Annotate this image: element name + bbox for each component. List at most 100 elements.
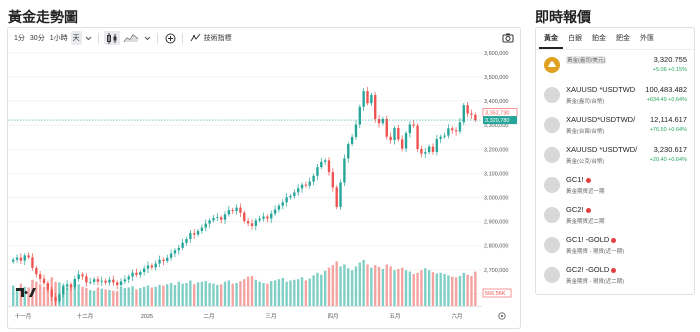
volume-bar xyxy=(474,271,477,306)
volume-bar xyxy=(65,287,69,306)
candle-body xyxy=(474,114,477,121)
tab-forex[interactable]: 外匯 xyxy=(635,29,659,49)
volume-bar xyxy=(385,264,388,306)
volume-bar xyxy=(193,284,196,306)
volume-bar xyxy=(208,283,211,306)
volume-bar xyxy=(139,288,142,306)
candle-body xyxy=(62,286,65,295)
candle-body xyxy=(343,158,346,183)
candle-body xyxy=(431,146,435,152)
quote-row-gc2[interactable]: GC2! 黃金期貨近二期 xyxy=(536,200,694,230)
price-tick-label: 2,700,000 xyxy=(484,268,508,274)
candle-body xyxy=(339,182,342,207)
volume-bar xyxy=(335,261,338,306)
volume-bar xyxy=(146,285,150,306)
candle-body xyxy=(69,284,73,288)
quote-description: 黃金(盎司/台幣) xyxy=(566,99,605,105)
candle-body xyxy=(374,95,377,120)
volume-bar xyxy=(454,277,458,306)
quote-description: 黃金(台兩/台幣) xyxy=(566,129,605,135)
warning-dot-icon xyxy=(585,177,591,183)
quote-row-gold-twd-oz[interactable]: XAUUSD *USDTWD 黃金(盎司/台幣) 100,483.482 +63… xyxy=(536,80,694,110)
chart-toolbar: 1分 30分 1小時 天 技術指標 xyxy=(8,28,520,48)
interval-1min-button[interactable]: 1分 xyxy=(12,31,27,45)
candle-body xyxy=(127,276,130,280)
candle-body xyxy=(73,278,77,288)
tab-platinum[interactable]: 鉑金 xyxy=(587,29,611,49)
symbol-icon xyxy=(544,237,560,253)
interval-1hour-button[interactable]: 1小時 xyxy=(48,31,70,45)
quote-row-gold-usd[interactable]: 黃金(盎司/美元) 3,320.755 +5.06 +0.15% xyxy=(536,50,694,80)
volume-bar xyxy=(12,285,15,306)
tab-palladium[interactable]: 鈀金 xyxy=(611,29,635,49)
price-tick-label: 2,900,000 xyxy=(484,220,508,226)
volume-bar xyxy=(42,286,46,306)
chart-type-dropdown-chevron-icon[interactable] xyxy=(142,31,153,45)
quote-row-gc1-gold[interactable]: GC1! -GOLD 黃金期貨 - 現貨(近一期) xyxy=(536,230,694,260)
candle-body xyxy=(150,265,154,268)
candle-body xyxy=(19,257,23,261)
add-compare-icon[interactable] xyxy=(163,31,178,45)
candle-body xyxy=(443,135,446,137)
volume-bar xyxy=(96,287,100,306)
volume-bar xyxy=(427,270,431,306)
candle-body xyxy=(112,279,115,283)
volume-bar xyxy=(166,284,169,306)
candle-body xyxy=(92,279,96,282)
volume-bar xyxy=(243,279,246,306)
volume-bar xyxy=(331,265,335,306)
volume-bar xyxy=(92,290,96,306)
candle-body xyxy=(266,216,269,219)
quote-row-gc1[interactable]: GC1! 黃金期貨近一期 xyxy=(536,170,694,200)
tab-silver[interactable]: 白銀 xyxy=(563,29,587,49)
volume-bar xyxy=(443,274,446,306)
candle-body xyxy=(104,280,107,283)
candle-body xyxy=(273,209,277,214)
volume-bar xyxy=(404,270,408,306)
volume-bar xyxy=(223,281,227,306)
volume-bar xyxy=(281,277,284,306)
volume-bar xyxy=(262,283,265,306)
price-chart[interactable]: 3,600,000 3,500,000 3,400,000 3,300,000 3,20… xyxy=(8,48,520,328)
candle-body xyxy=(77,274,80,279)
candlestick-type-icon[interactable] xyxy=(103,31,120,45)
area-chart-type-icon[interactable] xyxy=(121,31,141,45)
quote-row-gc2-gold[interactable]: GC2! -GOLD 黃金期貨 - 現貨(近二期) xyxy=(536,260,694,290)
last-price-label: 3,320,780 xyxy=(485,118,509,124)
candle-body xyxy=(293,192,296,197)
candle-body xyxy=(420,149,423,154)
tab-gold[interactable]: 黃金 xyxy=(539,29,563,49)
interval-dropdown-chevron-icon[interactable] xyxy=(83,31,94,45)
candle-body xyxy=(166,257,169,261)
indicators-button[interactable]: 技術指標 xyxy=(188,31,234,45)
volume-bar xyxy=(393,270,396,306)
candle-body xyxy=(366,91,369,104)
volume-bar xyxy=(285,281,288,306)
volume-bar xyxy=(112,290,115,306)
volume-bar xyxy=(185,283,188,306)
volume-bar xyxy=(350,270,354,306)
volume-bar xyxy=(108,290,111,306)
price-tick-label: 2,800,000 xyxy=(484,244,508,250)
interval-30min-button[interactable]: 30分 xyxy=(28,31,47,45)
screenshot-camera-icon[interactable] xyxy=(500,31,516,45)
quote-row-gold-twd-tael[interactable]: XAUUSD*USDTWD/ 黃金(台兩/台幣) 12,114.617 +76.… xyxy=(536,110,694,140)
candle-body xyxy=(239,207,242,213)
candle-body xyxy=(154,263,157,268)
quote-change: +634.49 +0.64% xyxy=(646,97,687,103)
volume-bar xyxy=(381,268,385,306)
quote-row-gold-twd-gram[interactable]: XAUUSD *USDTWD/ 黃金(公克/台幣) 3,230.617 +20.… xyxy=(536,140,694,170)
toolbar-divider xyxy=(181,32,183,44)
interval-day-button[interactable]: 天 xyxy=(70,31,82,45)
candle-body xyxy=(439,136,442,139)
candlestick-chart-svg[interactable]: 3,600,0003,500,0003,400,0003,300,0003,20… xyxy=(8,48,520,328)
candle-body xyxy=(23,255,26,261)
volume-bar xyxy=(293,279,296,306)
candle-body xyxy=(335,187,338,207)
volume-bar xyxy=(277,279,281,306)
quote-symbol-wrap: GC1! -GOLD xyxy=(566,235,617,244)
volume-bar xyxy=(339,266,342,306)
candle-body xyxy=(289,196,292,198)
volume-bar xyxy=(142,286,146,306)
candle-body xyxy=(262,216,265,219)
